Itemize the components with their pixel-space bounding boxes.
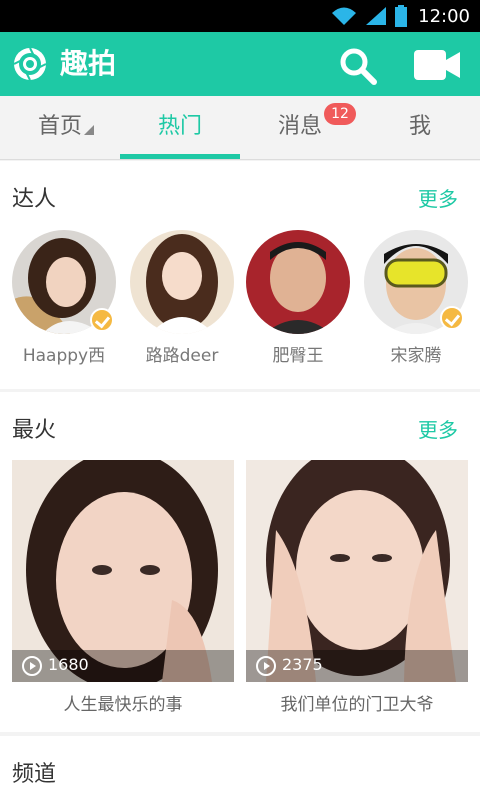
- expert-name[interactable]: 路路deer: [122, 341, 242, 366]
- video-camera-icon[interactable]: [414, 48, 462, 82]
- play-icon: [256, 656, 276, 676]
- message-count-badge: 12: [324, 103, 356, 125]
- verified-badge-icon: [440, 306, 464, 330]
- video-info-bar: 1680: [12, 650, 234, 682]
- experts-more-link[interactable]: 更多: [418, 183, 458, 212]
- expert-name[interactable]: Haappy西: [4, 341, 124, 366]
- avatar[interactable]: [130, 230, 234, 334]
- app-bar: 趣拍: [0, 32, 480, 96]
- video-info-bar: 2375: [246, 650, 468, 682]
- tab-hot[interactable]: 热门: [120, 96, 240, 160]
- active-tab-indicator: [120, 154, 240, 159]
- hottest-title: 最火: [12, 418, 57, 443]
- video-caption[interactable]: 我们单位的门卫大爷: [246, 690, 468, 715]
- expert-name[interactable]: 肥臀王: [238, 341, 358, 366]
- hottest-more-link[interactable]: 更多: [418, 414, 458, 443]
- verified-badge-icon: [90, 308, 114, 332]
- signal-icon: [366, 7, 387, 25]
- channels-section: 频道: [0, 736, 480, 800]
- play-count: 2375: [282, 655, 323, 674]
- battery-icon: [395, 5, 408, 27]
- play-icon: [22, 656, 42, 676]
- channels-title: 频道: [12, 762, 57, 787]
- app-title: 趣拍: [60, 47, 117, 80]
- status-time: 12:00: [418, 5, 470, 27]
- tab-home[interactable]: 首页: [0, 96, 120, 160]
- avatar[interactable]: [246, 230, 350, 334]
- tab-me[interactable]: 我: [360, 96, 480, 160]
- search-icon[interactable]: [338, 46, 378, 86]
- play-count: 1680: [48, 655, 89, 674]
- expert-name[interactable]: 宋家腾: [356, 341, 476, 366]
- video-thumbnail[interactable]: 1680: [12, 460, 234, 682]
- video-caption[interactable]: 人生最快乐的事: [12, 690, 234, 715]
- video-thumbnail[interactable]: 2375: [246, 460, 468, 682]
- status-bar: 12:00: [0, 0, 480, 32]
- tab-bar: 首页 热门 消息 我: [0, 96, 480, 160]
- experts-title: 达人: [12, 187, 57, 212]
- app-logo-icon: [13, 47, 47, 81]
- wifi-icon: [332, 7, 357, 25]
- tab-home-dropdown-icon[interactable]: [84, 125, 94, 135]
